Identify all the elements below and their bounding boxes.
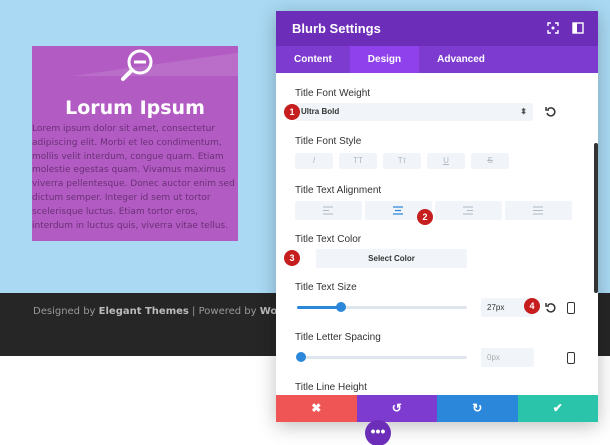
modal-header: Blurb Settings [276,11,598,46]
select-arrows-icon: ⬍ [520,107,527,116]
zoom-out-icon [121,49,153,81]
font-style-buttons: I TT Tт U S [295,153,509,169]
reset-icon[interactable] [545,302,557,314]
align-justify-icon [533,206,543,215]
blurb-settings-modal: Blurb Settings Content Design Advanced T… [276,11,598,422]
expand-icon[interactable] [547,22,559,34]
annotation-badge-4: 4 [524,298,540,314]
font-weight-value: Ultra Bold [301,107,340,116]
modal-scrollbar[interactable] [594,143,598,293]
tab-content[interactable]: Content [276,46,350,73]
text-alignment-label: Title Text Alignment [295,185,382,196]
align-right-button[interactable] [435,201,502,220]
letter-spacing-input[interactable]: 0px [481,348,534,367]
align-left-button[interactable] [295,201,362,220]
text-size-slider-fill [297,306,341,309]
responsive-device-icon[interactable] [567,302,575,314]
strikethrough-button[interactable]: S [471,153,509,169]
text-size-label: Title Text Size [295,282,357,293]
font-style-label: Title Font Style [295,136,362,147]
annotation-badge-3: 3 [284,250,300,266]
letter-spacing-label: Title Letter Spacing [295,332,381,343]
modal-title: Blurb Settings [292,21,381,36]
footer-separator: | Powered by [188,306,260,317]
text-size-slider-thumb[interactable] [336,302,346,312]
align-justify-button[interactable] [505,201,572,220]
line-height-label: Title Line Height [295,382,367,393]
tab-advanced[interactable]: Advanced [419,46,503,73]
modal-action-bar: ✖ ↺ ↻ ✔ [276,395,598,422]
reset-icon[interactable] [545,106,557,118]
more-options-button[interactable]: ••• [365,420,391,445]
footer-link-elegant-themes[interactable]: Elegant Themes [99,306,189,317]
undo-button[interactable]: ↺ [356,395,437,422]
modal-body: Title Font Weight Ultra Bold ⬍ Title Fon… [276,73,598,395]
annotation-badge-1: 1 [284,104,300,120]
sidebar-toggle-icon[interactable] [572,22,584,34]
uppercase-button[interactable]: TT [339,153,377,169]
font-weight-select[interactable]: Ultra Bold ⬍ [295,103,533,121]
footer-prefix: Designed by [33,306,99,317]
blurb-module[interactable]: Lorum Ipsum Lorem ipsum dolor sit amet, … [32,46,238,241]
align-right-icon [463,206,473,215]
tab-design[interactable]: Design [349,46,420,73]
modal-tabs: Content Design Advanced [276,46,598,73]
text-size-slider[interactable] [297,302,467,312]
letter-spacing-slider[interactable] [296,352,467,362]
annotation-badge-2: 2 [417,209,433,225]
redo-button[interactable]: ↻ [437,395,518,422]
select-color-button[interactable]: Select Color [316,249,467,268]
blurb-title: Lorum Ipsum [65,97,205,119]
letter-spacing-slider-thumb[interactable] [296,352,306,362]
align-center-icon [393,206,403,215]
font-weight-label: Title Font Weight [295,88,371,99]
blurb-body: Lorem ipsum dolor sit amet, consectetur … [32,124,235,231]
align-left-icon [323,206,333,215]
cancel-button[interactable]: ✖ [276,395,357,422]
text-alignment-buttons [295,201,572,220]
responsive-device-icon[interactable] [567,352,575,364]
italic-button[interactable]: I [295,153,333,169]
underline-button[interactable]: U [427,153,465,169]
capitalize-button[interactable]: Tт [383,153,421,169]
text-color-label: Title Text Color [295,234,362,245]
save-button[interactable]: ✔ [517,395,598,422]
